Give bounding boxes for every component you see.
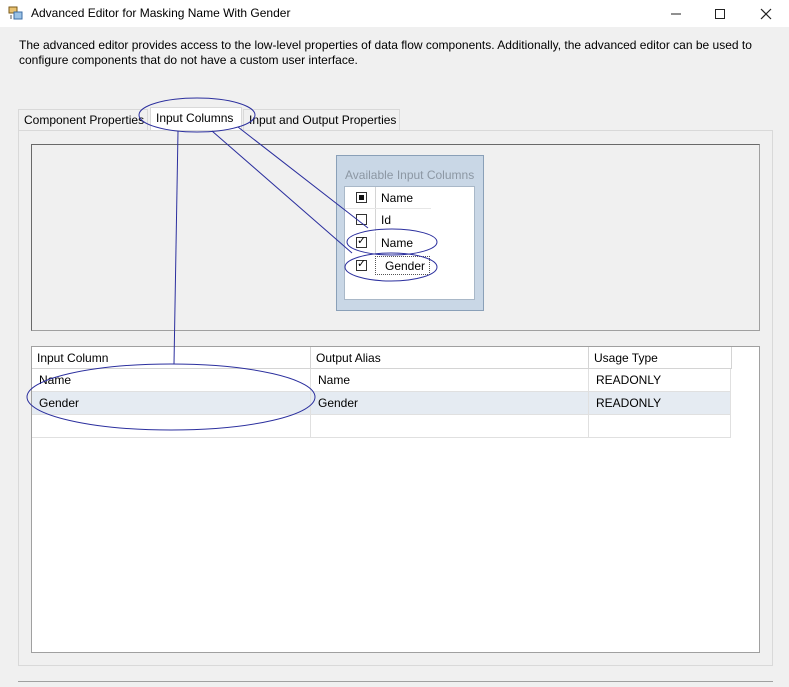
list-header-label: Name [381, 191, 414, 205]
close-icon [760, 8, 772, 19]
list-item-name[interactable]: ✓ Name [345, 232, 431, 254]
cell-usage-type[interactable] [589, 415, 731, 438]
minimize-icon [671, 13, 681, 14]
app-icon [8, 6, 23, 20]
cell-output-alias[interactable]: Name [311, 369, 589, 392]
tab-label: Input Columns [156, 111, 234, 125]
table-row[interactable]: Gender Gender READONLY [32, 392, 731, 415]
available-input-columns-list: Name Id ✓ Name ✓ Gender [344, 186, 475, 300]
cell-output-alias[interactable] [311, 415, 589, 438]
list-item-label: Name [381, 236, 414, 250]
checkbox-id[interactable] [356, 214, 367, 225]
list-item-label: Gender [385, 259, 426, 273]
list-header-row: Name [345, 187, 431, 209]
cell-input-column[interactable] [32, 415, 311, 438]
cell-input-column[interactable]: Name [32, 369, 311, 392]
header-divider [375, 187, 376, 209]
row-divider [375, 209, 376, 231]
tab-label: Component Properties [24, 113, 145, 127]
list-item-label: Id [381, 213, 392, 227]
close-button[interactable] [743, 0, 789, 27]
select-all-checkbox[interactable] [356, 192, 367, 203]
column-header-output-alias[interactable]: Output Alias [311, 347, 589, 369]
maximize-icon [715, 8, 725, 19]
cell-usage-type[interactable]: READONLY [589, 392, 731, 415]
tab-component-properties[interactable]: Component Properties [18, 109, 148, 130]
check-icon: ✓ [357, 258, 367, 270]
cell-output-alias[interactable]: Gender [311, 392, 589, 415]
check-icon: ✓ [357, 235, 367, 247]
column-header-usage-type[interactable]: Usage Type [589, 347, 732, 369]
description-text: The advanced editor provides access to t… [19, 38, 752, 67]
row-divider [375, 232, 376, 254]
available-input-columns-box: Available Input Columns Name Id ✓ Name ✓… [336, 155, 484, 311]
checkbox-name[interactable]: ✓ [356, 235, 367, 248]
maximize-button[interactable] [697, 0, 743, 27]
minimize-button[interactable] [653, 0, 699, 27]
cell-usage-type[interactable]: READONLY [589, 369, 731, 392]
cell-input-column[interactable]: Gender [32, 392, 311, 415]
available-input-columns-title: Available Input Columns [345, 168, 475, 182]
tab-label: Input and Output Properties [249, 113, 397, 127]
input-columns-grid: Input Column Output Alias Usage Type Nam… [31, 346, 760, 653]
title-bar: Advanced Editor for Masking Name With Ge… [0, 0, 789, 27]
list-item-gender[interactable]: ✓ Gender [345, 255, 431, 277]
table-row-empty[interactable] [32, 415, 731, 438]
column-header-input-column[interactable]: Input Column [32, 347, 311, 369]
window-title: Advanced Editor for Masking Name With Ge… [31, 6, 291, 20]
dialog-separator [18, 681, 773, 682]
tab-input-columns[interactable]: Input Columns [150, 107, 242, 130]
list-item-id[interactable]: Id [345, 209, 431, 231]
tab-input-output-properties[interactable]: Input and Output Properties [243, 109, 400, 130]
table-row[interactable]: Name Name READONLY [32, 369, 731, 392]
checkbox-gender[interactable]: ✓ [356, 258, 367, 271]
